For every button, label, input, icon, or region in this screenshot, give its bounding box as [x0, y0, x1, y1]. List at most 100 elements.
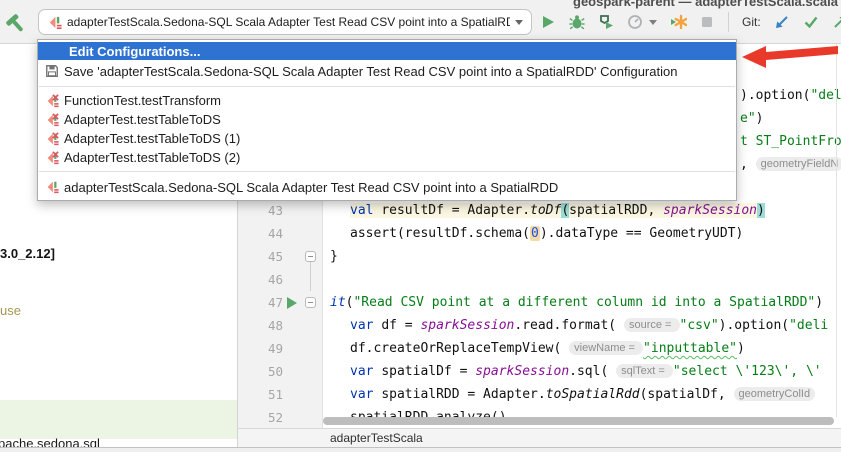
profiler-dropdown-arrow[interactable]: [649, 20, 657, 25]
line-number[interactable]: 45: [238, 245, 283, 268]
code-token: }: [330, 249, 338, 264]
project-panel-selection-highlight: [0, 400, 237, 439]
menu-item-label: adapterTestScala.Sedona-SQL Scala Adapte…: [64, 180, 558, 195]
code-token: ): [757, 203, 765, 218]
menu-item-label: AdapterTest.testTableToDS (2): [64, 150, 240, 165]
editor-right-edge: [836, 44, 837, 417]
line-number[interactable]: 43: [238, 199, 283, 222]
code-token: var: [350, 364, 381, 379]
menu-item[interactable]: Edit Configurations...: [38, 42, 736, 60]
code-token: spatialDf =: [381, 364, 475, 379]
editor-breadcrumb-bar: adapterTestScala: [238, 428, 841, 448]
code-token: sparkSession: [475, 364, 569, 379]
debug-button[interactable]: [569, 14, 585, 30]
code-token: e": [740, 111, 756, 126]
code-line-fragment[interactable]: t ST_PointFro: [740, 130, 841, 153]
line-number[interactable]: 50: [238, 360, 283, 383]
ide-window: geospark-parent — adapterTestScala.scala…: [0, 0, 841, 452]
git-update-button[interactable]: [774, 14, 790, 30]
code-token: geometryColId: [734, 387, 816, 401]
run-configuration-label: adapterTestScala.Sedona-SQL Scala Adapte…: [67, 15, 510, 29]
line-number[interactable]: 49: [238, 337, 283, 360]
code-line[interactable]: [323, 268, 841, 291]
code-token: t ST_PointFro: [740, 134, 841, 149]
chevron-down-icon: [515, 20, 523, 25]
project-tree-module-item[interactable]: 3.0_2.12]: [0, 246, 55, 261]
run-with-coverage-button[interactable]: [598, 14, 614, 30]
menu-item-label: FunctionTest.testTransform: [64, 93, 221, 108]
run-button[interactable]: [540, 14, 556, 30]
git-commit-button[interactable]: [803, 14, 819, 30]
horizontal-scrollbar[interactable]: [323, 417, 834, 425]
code-line[interactable]: }: [323, 245, 841, 268]
menu-item[interactable]: AdapterTest.testTableToDS: [38, 110, 736, 129]
menu-item[interactable]: FunctionTest.testTransform: [38, 91, 736, 110]
code-token: df.createOrReplaceTempView(: [350, 341, 569, 356]
run-configuration-selector[interactable]: adapterTestScala.Sedona-SQL Scala Adapte…: [38, 9, 532, 35]
code-token: spatialRDD,: [569, 203, 663, 218]
code-token: 0: [530, 226, 540, 241]
code-line[interactable]: it("Read CSV point at a different column…: [323, 291, 841, 314]
scalatest-failed-icon: [45, 151, 59, 165]
stop-button: [699, 14, 715, 30]
git-push-button[interactable]: [832, 14, 841, 30]
menu-item-label: AdapterTest.testTableToDS: [64, 112, 221, 127]
profile-intellij-button[interactable]: [670, 14, 686, 30]
code-token: ).option(: [719, 318, 789, 333]
git-label: Git:: [742, 15, 761, 29]
code-token: ).option(: [740, 88, 810, 103]
code-token: sparkSession: [663, 203, 757, 218]
code-line[interactable]: val resultDf = Adapter.toDf(spatialRDD, …: [323, 199, 841, 222]
code-token: sparkSession: [420, 318, 514, 333]
menu-item[interactable]: AdapterTest.testTableToDS (2): [38, 148, 736, 167]
line-number[interactable]: 44: [238, 222, 283, 245]
run-test-gutter-icon[interactable]: [287, 297, 297, 309]
code-token: source =: [624, 318, 680, 332]
code-fold-icon[interactable]: [305, 297, 316, 308]
code-line[interactable]: df.createOrReplaceTempView( viewName = "…: [323, 337, 841, 360]
menu-item-label: Save 'adapterTestScala.Sedona-SQL Scala …: [64, 64, 677, 79]
code-line-fragment[interactable]: ).option("deli: [740, 84, 841, 107]
code-token: (: [561, 203, 569, 218]
code-token: ).dataType == GeometryUDT): [540, 226, 744, 241]
menu-item[interactable]: AdapterTest.testTableToDS (1): [38, 129, 736, 148]
toolbar-divider: [728, 12, 729, 32]
line-number[interactable]: 46: [238, 268, 283, 291]
code-fold-icon[interactable]: [305, 251, 316, 262]
scalatest-failed-icon: [45, 132, 59, 146]
current-line-highlight: val resultDf = Adapter.toDf(spatialRDD, …: [350, 203, 765, 218]
code-token: assert(resultDf.schema(: [350, 226, 530, 241]
code-token: toDf: [530, 203, 561, 218]
code-line[interactable]: var spatialRDD = Adapter.toSpatialRdd(sp…: [323, 383, 841, 406]
menu-item[interactable]: adapterTestScala.Sedona-SQL Scala Adapte…: [38, 176, 736, 198]
code-token: sqlText =: [616, 364, 673, 378]
scalatest-icon: [47, 15, 62, 30]
scalatest-failed-icon: [45, 113, 59, 127]
annotation-arrow-icon: [738, 40, 841, 77]
code-line[interactable]: var df = sparkSession.read.format( sourc…: [323, 314, 841, 337]
line-number[interactable]: 48: [238, 314, 283, 337]
profiler-button[interactable]: [627, 14, 643, 30]
line-number[interactable]: 52: [238, 406, 283, 429]
project-tree-excluded-item[interactable]: use: [0, 303, 21, 318]
line-number[interactable]: 51: [238, 383, 283, 406]
code-token: "inputtable": [643, 341, 737, 356]
menu-item-label: Edit Configurations...: [69, 44, 200, 59]
code-token: resultDf = Adapter.: [381, 203, 530, 218]
code-line-fragment[interactable]: , geometryFieldN: [740, 153, 841, 176]
code-token: var: [350, 318, 381, 333]
menu-item[interactable]: Save 'adapterTestScala.Sedona-SQL Scala …: [38, 60, 736, 82]
code-token: ): [737, 341, 745, 356]
menu-item-label: AdapterTest.testTableToDS (1): [64, 131, 240, 146]
editor-breadcrumb-item[interactable]: adapterTestScala: [330, 431, 423, 445]
code-line[interactable]: var spatialDf = sparkSession.sql( sqlTex…: [323, 360, 841, 383]
code-token: (spatialDf,: [640, 387, 734, 402]
code-line[interactable]: assert(resultDf.schema(0).dataType == Ge…: [323, 222, 841, 245]
scalatest-failed-icon: [45, 94, 59, 108]
code-token: viewName =: [569, 341, 643, 355]
code-token: it: [330, 295, 346, 310]
line-number[interactable]: 47: [238, 291, 283, 314]
build-hammer-icon[interactable]: [5, 12, 27, 41]
code-line-fragment[interactable]: e"): [740, 107, 841, 130]
save-icon: [45, 64, 59, 78]
